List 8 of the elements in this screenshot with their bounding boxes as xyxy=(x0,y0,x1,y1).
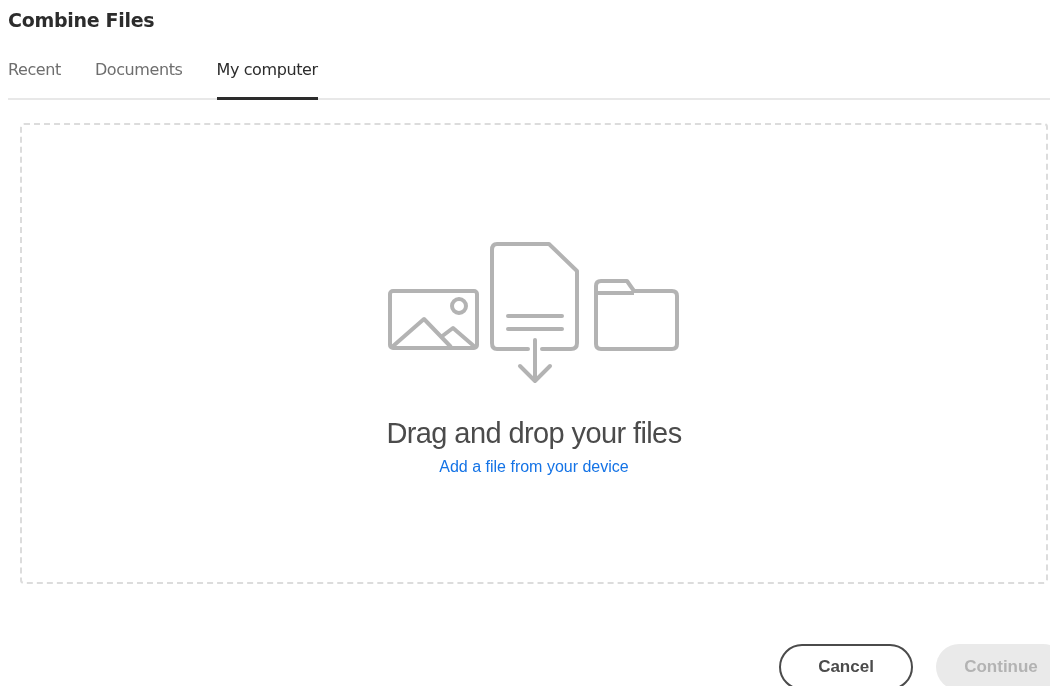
dialog-title: Combine Files xyxy=(7,8,156,33)
tab[interactable]: My computer xyxy=(216,57,318,100)
tab[interactable]: Recent xyxy=(8,57,61,100)
drop-heading: Drag and drop your files xyxy=(386,417,682,450)
drop-zone[interactable]: Drag and drop your files Add a file from your device xyxy=(20,123,1048,584)
add-file-link[interactable]: Add a file from your device xyxy=(439,458,629,476)
tab[interactable]: Documents xyxy=(94,57,183,100)
cancel-button[interactable]: Cancel xyxy=(779,644,913,686)
